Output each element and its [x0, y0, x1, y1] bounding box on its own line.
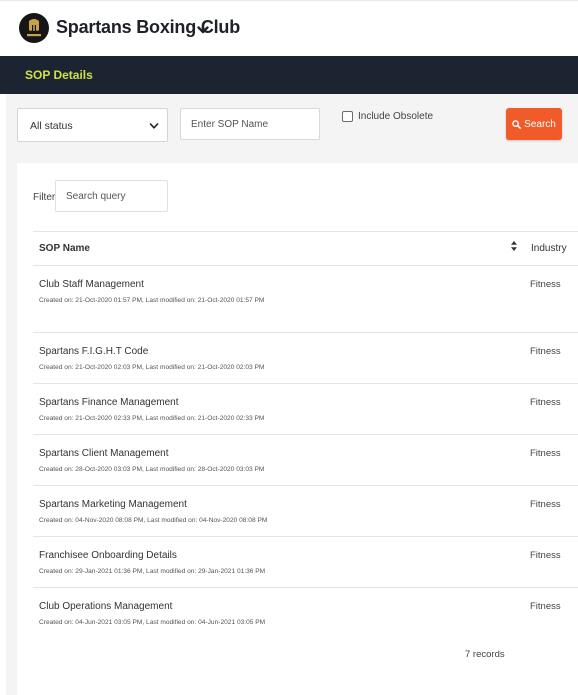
sop-dates: Created on: 21-Oct-2020 02:33 PM, Last m…	[39, 415, 265, 422]
sop-industry: Fitness	[530, 550, 561, 561]
column-header-sop-name[interactable]: SOP Name	[39, 243, 90, 254]
chevron-down-icon[interactable]	[196, 23, 210, 37]
sop-name[interactable]: Spartans F.I.G.H.T Code	[39, 346, 148, 357]
sop-name[interactable]: Franchisee Onboarding Details	[39, 550, 177, 561]
table-row[interactable]: Spartans Client Management Created on: 2…	[33, 435, 578, 486]
column-header-industry[interactable]: Industry	[531, 243, 567, 254]
sop-industry: Fitness	[530, 499, 561, 510]
spartan-helmet-logo-icon	[19, 13, 49, 43]
club-name[interactable]: Spartans Boxing Club	[56, 17, 240, 38]
sop-industry: Fitness	[530, 397, 561, 408]
sop-table-card: Filter: SOP Name Industry Club Staff Man…	[17, 163, 578, 695]
table-header: SOP Name Industry	[33, 231, 578, 266]
include-obsolete-checkbox[interactable]	[342, 111, 353, 122]
sop-name-input[interactable]	[180, 108, 320, 140]
table-row[interactable]: Spartans Marketing Management Created on…	[33, 486, 578, 537]
app-header: Spartans Boxing Club	[0, 0, 578, 56]
table-row[interactable]: Franchisee Onboarding Details Created on…	[33, 537, 578, 588]
sop-dates: Created on: 21-Oct-2020 02:03 PM, Last m…	[39, 364, 265, 371]
table-row[interactable]: Spartans F.I.G.H.T Code Created on: 21-O…	[33, 333, 578, 384]
include-obsolete-label: Include Obsolete	[358, 111, 434, 122]
filter-search-input[interactable]	[55, 180, 168, 212]
records-count: 7 records	[465, 649, 505, 660]
page-title: SOP Details	[25, 68, 93, 82]
sop-name[interactable]: Club Staff Management	[39, 279, 144, 290]
sort-icon[interactable]	[510, 240, 518, 252]
sop-name[interactable]: Spartans Finance Management	[39, 397, 179, 408]
search-icon	[512, 119, 522, 129]
sop-industry: Fitness	[530, 448, 561, 459]
sop-industry: Fitness	[530, 346, 561, 357]
table-row[interactable]: Club Staff Management Created on: 21-Oct…	[33, 266, 578, 333]
chevron-down-icon	[149, 123, 159, 129]
page-banner: SOP Details	[0, 56, 578, 94]
search-button-label: Search	[524, 118, 556, 130]
sop-dates: Created on: 28-Oct-2020 03:03 PM, Last m…	[39, 466, 265, 473]
status-dropdown[interactable]: All status	[17, 108, 168, 142]
search-button[interactable]: Search	[506, 108, 562, 140]
sop-industry: Fitness	[530, 601, 561, 612]
sop-dates: Created on: 21-Oct-2020 01:57 PM, Last m…	[39, 297, 265, 304]
status-dropdown-value: All status	[30, 120, 73, 132]
sop-dates: Created on: 04-Jun-2021 03:05 PM, Last m…	[39, 619, 266, 626]
sop-industry: Fitness	[530, 279, 561, 290]
include-obsolete-option: Include Obsolete	[342, 111, 433, 122]
table-row[interactable]: Spartans Finance Management Created on: …	[33, 384, 578, 435]
sop-dates: Created on: 29-Jan-2021 01:36 PM, Last m…	[39, 568, 266, 575]
main-content: All status Include Obsolete Search Filte…	[6, 94, 578, 695]
sop-name[interactable]: Spartans Client Management	[39, 448, 169, 459]
sop-name[interactable]: Spartans Marketing Management	[39, 499, 187, 510]
sop-name[interactable]: Club Operations Management	[39, 601, 172, 612]
table-row[interactable]: Club Operations Management Created on: 0…	[33, 588, 578, 639]
sop-dates: Created on: 04-Nov-2020 08:08 PM, Last m…	[39, 517, 268, 524]
